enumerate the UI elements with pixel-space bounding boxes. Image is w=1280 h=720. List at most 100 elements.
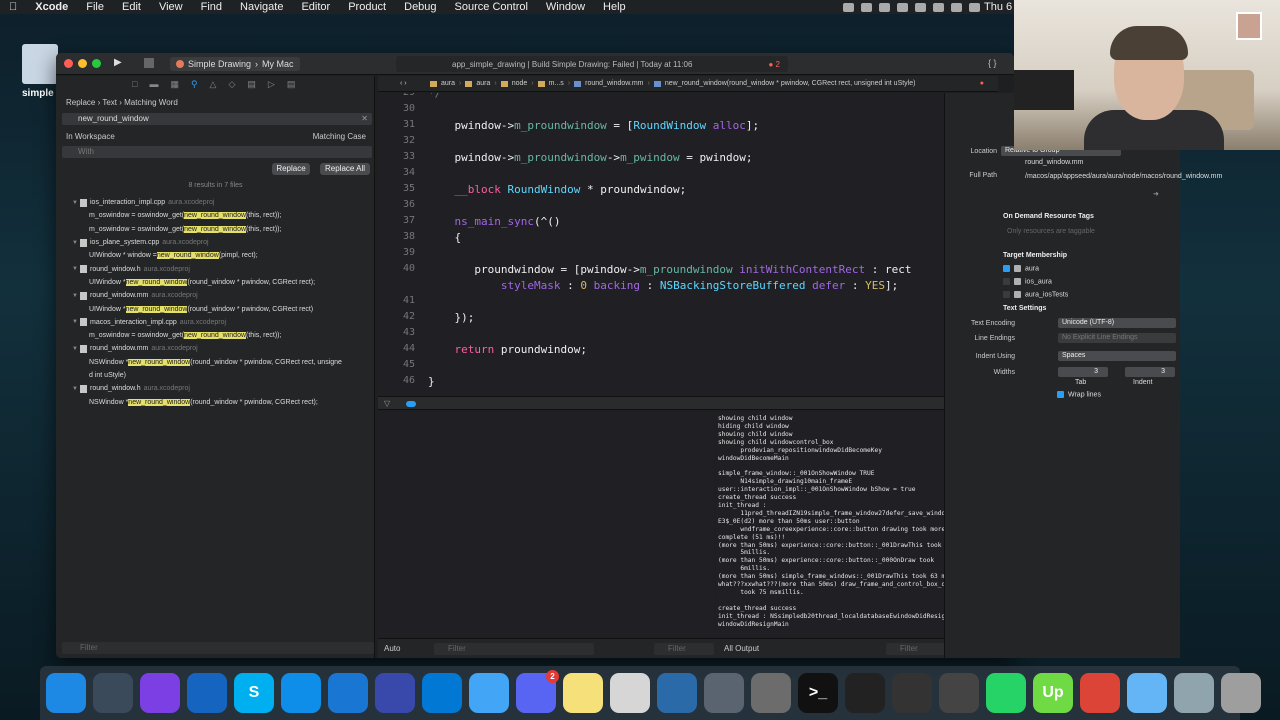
result-file-row[interactable]: ▼ round_window.h aura.xcodeproj: [56, 382, 375, 395]
screenshot-icon[interactable]: [1174, 673, 1214, 713]
result-match-row[interactable]: m_oswindow = oswindow_get(new_round_wind…: [56, 223, 375, 236]
code-line[interactable]: 45: [378, 359, 998, 375]
reveal-in-finder-icon[interactable]: ➜: [1153, 190, 1159, 198]
navigator-filter-field[interactable]: Filter: [62, 642, 374, 654]
result-match-row[interactable]: d int uStyle): [56, 369, 375, 382]
disclosure-triangle-icon[interactable]: ▼: [72, 319, 80, 325]
code-line[interactable]: 29 */: [378, 93, 998, 103]
code-line[interactable]: 38 {: [378, 231, 998, 247]
code-line[interactable]: 37 ns_main_sync(^(): [378, 215, 998, 231]
encoding-popup[interactable]: Unicode (UTF-8): [1058, 318, 1176, 328]
run-button[interactable]: ▶: [114, 57, 128, 71]
code-line[interactable]: styleMask : 0 backing : NSBackingStoreBu…: [378, 279, 998, 295]
safari-icon[interactable]: [187, 673, 227, 713]
wrap-lines-checkbox[interactable]: Wrap lines: [1057, 391, 1101, 398]
back-forward-icons[interactable]: ‹ ›: [400, 80, 407, 87]
discord-icon[interactable]: 2: [516, 670, 559, 713]
result-match-row[interactable]: m_oswindow = oswindow_get(new_round_wind…: [56, 209, 375, 222]
line-number[interactable]: 39: [378, 247, 415, 258]
result-match-row[interactable]: NSWindow * new_round_window (round_window…: [56, 395, 375, 408]
close-window-button[interactable]: [64, 59, 73, 68]
status-icon[interactable]: [861, 2, 872, 12]
code-line[interactable]: 34: [378, 167, 998, 183]
menu-debug[interactable]: Debug: [395, 1, 445, 13]
disclosure-triangle-icon[interactable]: ▼: [72, 293, 80, 299]
breadcrumb-item[interactable]: node: [512, 80, 528, 87]
line-number[interactable]: 32: [378, 135, 415, 146]
launchpad-icon[interactable]: [93, 673, 133, 713]
source-control-icon[interactable]: ▬: [149, 79, 158, 89]
menu-view[interactable]: View: [150, 1, 192, 13]
result-file-row[interactable]: ▼ ios_interaction_impl.cpp aura.xcodeproj: [56, 196, 375, 209]
xcode-icon[interactable]: [328, 673, 368, 713]
error-indicator-icon[interactable]: ●: [980, 80, 984, 87]
target-checkbox-aura[interactable]: aura: [1003, 265, 1039, 272]
line-number[interactable]: 41: [378, 295, 415, 306]
issue-navigator-icon[interactable]: △: [210, 79, 217, 90]
scheme-selector[interactable]: Simple Drawing › My Mac: [170, 57, 300, 71]
source-editor[interactable]: 29 */ 30 31 pwindow->m_proundwindow = [Roun…: [378, 93, 998, 396]
line-number[interactable]: 37: [378, 215, 415, 226]
symbol-navigator-icon[interactable]: ▦: [170, 79, 179, 90]
menu-clock[interactable]: Thu 6: [984, 1, 1012, 13]
upwork-icon[interactable]: Up: [1033, 673, 1073, 713]
finder-icon[interactable]: [46, 673, 86, 713]
debug-navigator-icon[interactable]: ▤: [247, 79, 256, 90]
line-number[interactable]: 43: [378, 327, 415, 338]
system-preferences-icon[interactable]: [751, 673, 791, 713]
line-number[interactable]: 44: [378, 343, 415, 354]
error-count-badge[interactable]: ● 2: [768, 60, 780, 69]
vscode-icon[interactable]: [422, 673, 462, 713]
code-line[interactable]: 40 proundwindow = [pwindow->m_proundwind…: [378, 263, 998, 279]
line-number[interactable]: 42: [378, 311, 415, 322]
result-match-row[interactable]: m_oswindow = oswindow_get(new_round_wind…: [56, 329, 375, 342]
siri-icon[interactable]: [140, 673, 180, 713]
test-navigator-icon[interactable]: ◇: [228, 79, 235, 90]
mail-icon[interactable]: [469, 673, 509, 713]
piano-icon[interactable]: [892, 673, 932, 713]
code-line[interactable]: 35 __block RoundWindow * proundwindow;: [378, 183, 998, 199]
whatsapp-icon[interactable]: [986, 673, 1026, 713]
preview-icon[interactable]: [610, 673, 650, 713]
disclosure-triangle-icon[interactable]: ▼: [72, 266, 80, 272]
terminal-icon[interactable]: >_: [798, 673, 838, 713]
menu-help[interactable]: Help: [594, 1, 635, 13]
indent-width-stepper[interactable]: 3: [1125, 367, 1175, 377]
console-output-popup[interactable]: All Output: [724, 644, 759, 653]
result-file-row[interactable]: ▼ macos_interaction_impl.cpp aura.xcodepro…: [56, 316, 375, 329]
code-line[interactable]: 46}: [378, 375, 998, 391]
status-icon[interactable]: [915, 2, 926, 12]
obs-icon[interactable]: [845, 673, 885, 713]
find-navigator-icon[interactable]: ⚲: [191, 79, 198, 90]
apple-menu-icon[interactable]: : [0, 1, 26, 13]
menu-find[interactable]: Find: [192, 1, 231, 13]
result-file-row[interactable]: ▼ round_window.mm aura.xcodeproj: [56, 342, 375, 355]
line-number[interactable]: 35: [378, 183, 415, 194]
line-number[interactable]: 36: [378, 199, 415, 210]
status-icon[interactable]: [843, 2, 854, 12]
result-file-row[interactable]: ▼ round_window.h aura.xcodeproj: [56, 262, 375, 275]
variables-scope-popup[interactable]: Auto: [384, 644, 400, 653]
status-icon[interactable]: [969, 2, 980, 12]
desktop-app-icon[interactable]: [22, 44, 58, 84]
downloads-folder-icon[interactable]: [1127, 673, 1167, 713]
line-number[interactable]: 34: [378, 167, 415, 178]
line-number[interactable]: 30: [378, 103, 415, 114]
search-scope[interactable]: In Workspace: [66, 132, 115, 141]
menu-editor[interactable]: Editor: [292, 1, 339, 13]
aura-app-icon[interactable]: [657, 673, 697, 713]
variables-filter[interactable]: Filter: [434, 643, 594, 655]
chrome-icon[interactable]: [1080, 673, 1120, 713]
breadcrumb-item[interactable]: aura: [476, 80, 490, 87]
code-line[interactable]: 43: [378, 327, 998, 343]
notes-icon[interactable]: [563, 673, 603, 713]
menu-navigate[interactable]: Navigate: [231, 1, 292, 13]
status-icon[interactable]: [879, 2, 890, 12]
result-match-row[interactable]: UIWindow * new_round_window (round_window…: [56, 276, 375, 289]
disclosure-triangle-icon[interactable]: ▼: [72, 240, 80, 246]
menu-file[interactable]: File: [77, 1, 113, 13]
line-number[interactable]: 31: [378, 119, 415, 130]
mode-text[interactable]: Text: [102, 98, 117, 107]
toggle-inspector-icon[interactable]: { }: [988, 58, 997, 68]
breadcrumb-item[interactable]: round_window.mm: [585, 80, 643, 87]
